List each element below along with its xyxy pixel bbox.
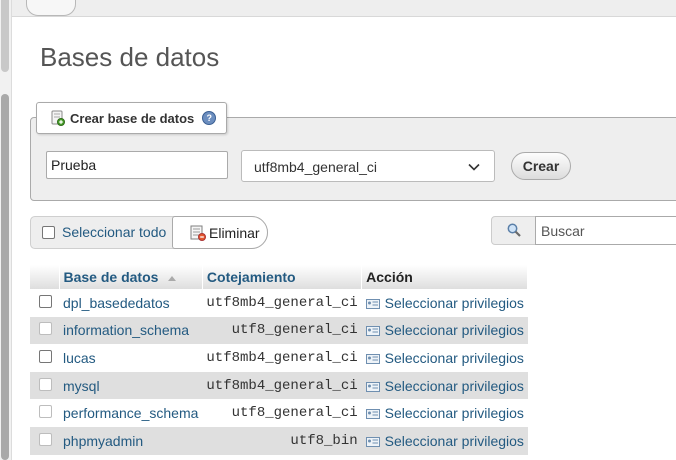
database-name-link[interactable]: phpmyadmin — [63, 433, 143, 449]
privileges-link-label[interactable]: Seleccionar privilegios — [385, 350, 524, 366]
select-all-control[interactable]: Seleccionar todo — [42, 224, 166, 240]
header-collation[interactable]: Cotejamiento — [202, 265, 363, 289]
sort-by-name-link[interactable]: Base de datos — [64, 269, 159, 285]
table-row: dpl_basededatos utf8mb4_general_ci Selec… — [30, 289, 528, 317]
privileges-link[interactable]: Seleccionar privilegios — [361, 399, 528, 427]
database-add-icon — [51, 110, 65, 126]
privileges-link-label[interactable]: Seleccionar privilegios — [385, 295, 524, 311]
sort-ascending-icon — [168, 276, 177, 281]
privileges-link-label[interactable]: Seleccionar privilegios — [385, 378, 524, 394]
select-all-label[interactable]: Seleccionar todo — [62, 224, 166, 240]
database-name-link[interactable]: performance_schema — [63, 405, 198, 421]
select-all-checkbox[interactable] — [42, 225, 55, 239]
collation-value: utf8mb4_general_ci — [202, 371, 362, 400]
header-name[interactable]: Base de datos — [59, 265, 203, 289]
table-row: information_schema utf8_general_ci Selec… — [30, 316, 528, 345]
privileges-icon — [365, 379, 380, 392]
privileges-link[interactable]: Seleccionar privilegios — [361, 426, 528, 455]
collation-select[interactable]: utf8mb4_general_ci — [241, 150, 495, 182]
create-database-legend-label: Crear base de datos — [70, 110, 195, 126]
collation-value: utf8mb4_general_ci — [202, 289, 362, 317]
collation-select-value: utf8mb4_general_ci — [254, 159, 377, 175]
collation-value: utf8mb4_general_ci — [202, 344, 362, 372]
table-row: mysql utf8mb4_general_ci Seleccionar pri… — [30, 371, 528, 400]
privileges-icon — [365, 434, 380, 447]
privileges-icon — [365, 351, 380, 364]
collation-value: utf8_general_ci — [202, 399, 362, 427]
help-icon[interactable]: ? — [202, 111, 217, 125]
row-checkbox — [39, 322, 52, 336]
collation-value: utf8_bin — [202, 426, 362, 455]
privileges-link[interactable]: Seleccionar privilegios — [361, 371, 528, 400]
database-name-link[interactable]: mysql — [63, 378, 100, 394]
row-checkbox[interactable] — [39, 294, 52, 308]
scrollbar-upper-segment[interactable] — [1, 0, 9, 72]
privileges-link-label[interactable]: Seleccionar privilegios — [385, 322, 524, 338]
database-name-link[interactable]: information_schema — [63, 322, 189, 338]
delete-icon — [190, 225, 206, 241]
create-button[interactable]: Crear — [511, 152, 571, 180]
delete-label: Eliminar — [209, 224, 260, 241]
search-input[interactable] — [535, 216, 676, 245]
page-title: Bases de datos — [40, 42, 220, 72]
scrollbar-thumb[interactable] — [1, 94, 9, 460]
collation-value: utf8_general_ci — [202, 316, 362, 345]
table-row: phpmyadmin utf8_bin Seleccionar privileg… — [30, 426, 528, 455]
chevron-down-icon — [468, 160, 480, 176]
vertical-scrollbar[interactable] — [0, 0, 12, 460]
privileges-link[interactable]: Seleccionar privilegios — [361, 316, 528, 345]
top-navigation-bar — [12, 0, 676, 17]
row-checkbox — [39, 432, 52, 446]
header-action: Acción — [361, 265, 529, 289]
header-checkbox-column — [30, 265, 60, 289]
database-name-link[interactable]: lucas — [63, 350, 96, 366]
databases-table: Base de datos Cotejamiento Acción dpl_ba… — [30, 265, 529, 455]
table-row: lucas utf8mb4_general_ci Seleccionar pri… — [30, 344, 528, 372]
privileges-link-label[interactable]: Seleccionar privilegios — [385, 405, 524, 421]
privileges-icon — [365, 406, 380, 420]
row-checkbox[interactable] — [39, 349, 52, 363]
sort-by-collation-link[interactable]: Cotejamiento — [207, 269, 296, 285]
privileges-link[interactable]: Seleccionar privilegios — [361, 289, 528, 317]
create-database-legend: Crear base de datos ? — [36, 102, 228, 134]
row-checkbox — [39, 377, 52, 391]
delete-button[interactable]: Eliminar — [172, 216, 268, 249]
privileges-link-label[interactable]: Seleccionar privilegios — [385, 433, 524, 449]
database-name-link[interactable]: dpl_basededatos — [63, 295, 170, 311]
privileges-link[interactable]: Seleccionar privilegios — [361, 344, 528, 372]
database-name-input[interactable] — [46, 151, 228, 179]
row-checkbox — [39, 405, 52, 419]
table-header-row: Base de datos Cotejamiento Acción — [30, 265, 529, 289]
menu-button[interactable] — [26, 0, 76, 16]
table-row: performance_schema utf8_general_ci Selec… — [30, 399, 528, 427]
privileges-icon — [365, 323, 380, 337]
search-icon — [506, 222, 522, 238]
privileges-icon — [365, 296, 380, 309]
